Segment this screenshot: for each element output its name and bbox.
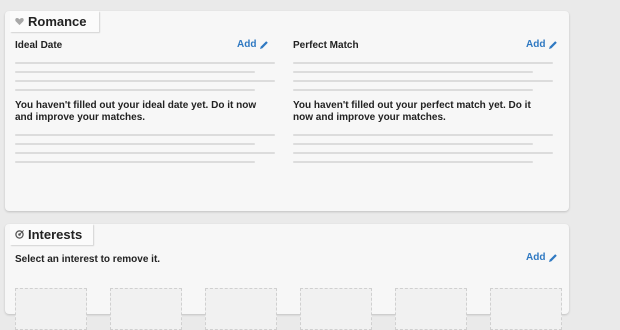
placeholder-line xyxy=(293,161,533,163)
perfect-match-title: Perfect Match xyxy=(293,40,359,51)
interest-tile-placeholder[interactable] xyxy=(300,288,372,330)
ideal-date-section: You haven't filled out your ideal date y… xyxy=(15,62,275,163)
interests-add-label: Add xyxy=(526,252,546,263)
perfect-match-add-link[interactable]: Add xyxy=(526,39,558,50)
interests-tab: Interests xyxy=(10,224,93,245)
interests-title: Interests xyxy=(28,227,83,242)
placeholder-line xyxy=(15,89,255,91)
perfect-match-section: You haven't filled out your perfect matc… xyxy=(293,62,553,163)
interest-tile-placeholder[interactable] xyxy=(15,288,87,330)
pencil-icon xyxy=(549,253,558,262)
perfect-match-add-label: Add xyxy=(526,39,546,50)
interest-tile-placeholder[interactable] xyxy=(110,288,182,330)
ideal-date-add-label: Add xyxy=(237,39,257,50)
ideal-date-add-link[interactable]: Add xyxy=(237,39,269,50)
interests-add-link[interactable]: Add xyxy=(526,252,558,263)
heart-icon xyxy=(15,17,24,26)
pencil-icon xyxy=(549,40,558,49)
romance-title: Romance xyxy=(28,14,87,29)
interests-hint: Select an interest to remove it. xyxy=(15,254,161,265)
interest-tile-placeholder[interactable] xyxy=(205,288,277,330)
ideal-date-empty-message: You haven't filled out your ideal date y… xyxy=(15,100,257,123)
interests-panel: Interests Select an interest to remove i… xyxy=(5,224,569,330)
romance-tab: Romance xyxy=(10,11,99,32)
ideal-date-title: Ideal Date xyxy=(15,40,63,51)
pencil-icon xyxy=(260,40,269,49)
placeholder-line xyxy=(15,161,255,163)
perfect-match-empty-message: You haven't filled out your perfect matc… xyxy=(293,100,531,123)
interest-tile-placeholder[interactable] xyxy=(490,288,562,330)
interest-tile-placeholder[interactable] xyxy=(395,288,467,330)
placeholder-line xyxy=(293,89,533,91)
target-icon xyxy=(15,230,24,239)
romance-panel: Romance Ideal Date Add You haven't fille… xyxy=(5,11,569,211)
